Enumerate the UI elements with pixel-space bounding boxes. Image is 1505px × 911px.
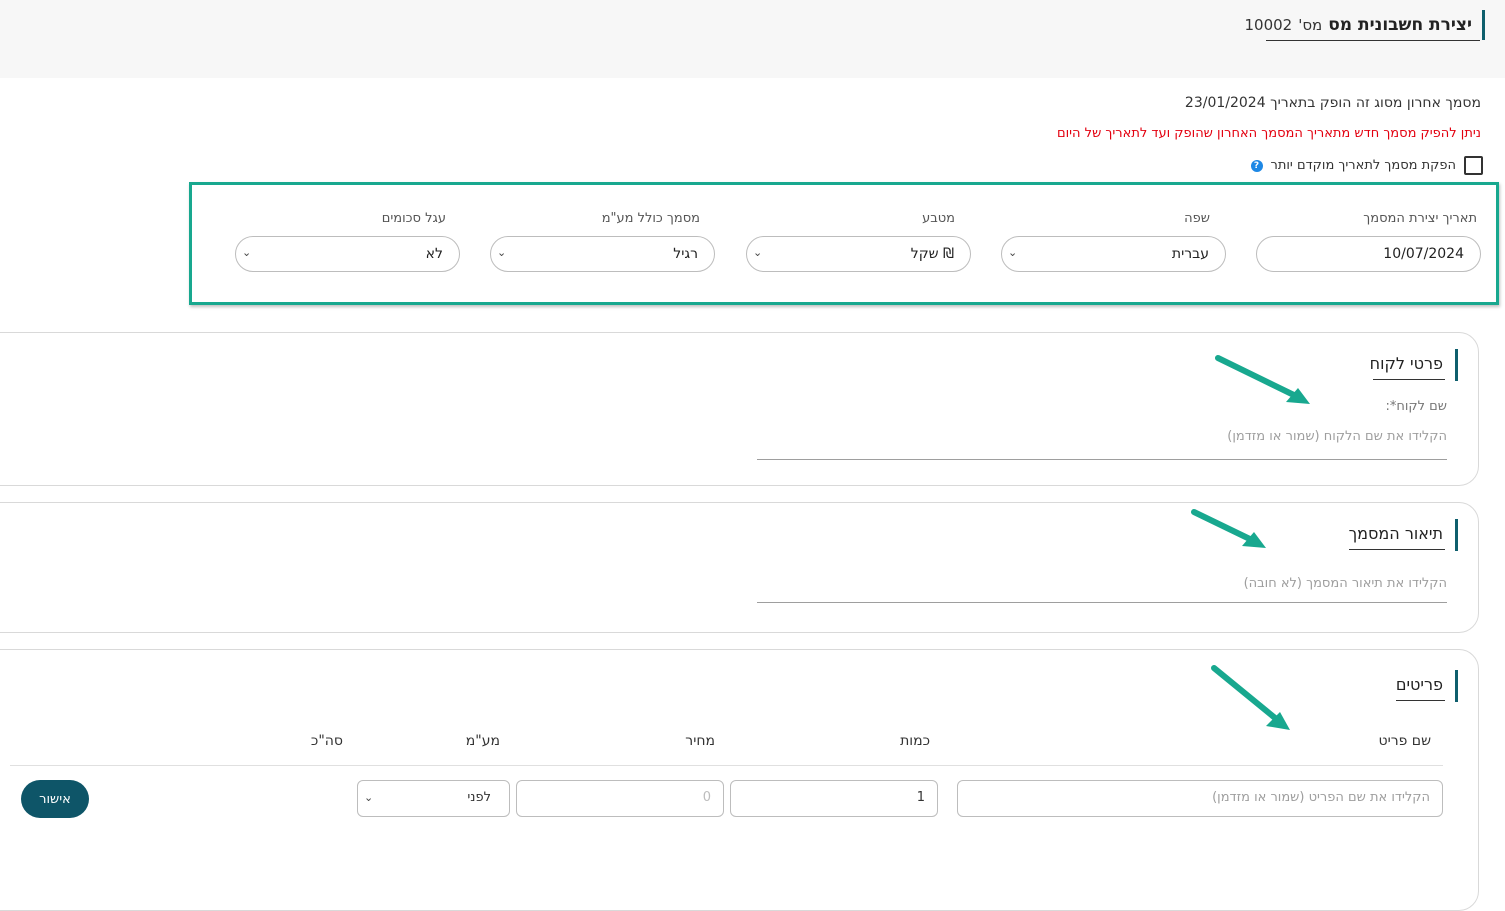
description-section-title: תיאור המסמך [1349, 519, 1458, 551]
currency-value: ₪ שקל [910, 246, 954, 262]
item-name-placeholder: הקלידו את שם הפריט (שמור או מזדמן) [1212, 790, 1430, 805]
col-vat: מע"מ [465, 733, 500, 749]
chevron-down-icon: ⌄ [242, 246, 252, 259]
title-underline [1373, 379, 1445, 380]
arrow-annotation-icon [1215, 355, 1310, 404]
title-underline [1266, 40, 1480, 41]
col-quantity: כמות [900, 733, 930, 749]
item-price-input[interactable]: 0 [516, 780, 724, 817]
arrow-annotation-icon [1191, 509, 1266, 548]
customer-name-input[interactable]: הקלידו את שם הלקוח (שמור או מזדמן) [1227, 429, 1447, 444]
chevron-down-icon: ⌄ [753, 246, 763, 259]
item-quantity-value: 1 [916, 790, 925, 805]
language-value: עברית [1171, 246, 1209, 262]
doc-number-label: מס' [1298, 16, 1323, 34]
col-total: סה"כ [310, 733, 343, 749]
customer-name-underline [757, 459, 1447, 460]
rounding-select[interactable]: לא ⌄ [235, 236, 460, 272]
title-underline [1349, 549, 1445, 550]
currency-select[interactable]: ₪ שקל ⌄ [746, 236, 971, 272]
earlier-date-option[interactable]: הפקת מסמך לתאריך מוקדם יותר ? [1250, 156, 1483, 175]
customer-section-title: פרטי לקוח [1370, 349, 1458, 381]
date-warning: ניתן להפיק מסמך חדש מתאריך המסמך האחרון … [1056, 126, 1481, 141]
items-header-divider [10, 765, 1443, 766]
page-title: יצירת חשבונית מס מס' 10002 [1244, 10, 1485, 40]
date-value: 10/07/2024 [1383, 246, 1464, 262]
chevron-down-icon: ⌄ [497, 246, 507, 259]
language-label: שפה [1184, 211, 1210, 226]
item-name-input[interactable]: הקלידו את שם הפריט (שמור או מזדמן) [957, 780, 1443, 817]
chevron-down-icon: ⌄ [1008, 246, 1018, 259]
rounding-label: עגל סכומים [381, 211, 446, 226]
doc-number: 10002 [1244, 16, 1293, 34]
item-vat-select[interactable]: לפני ⌄ [357, 780, 510, 817]
customer-name-label: שם לקוח*: [1385, 399, 1448, 414]
item-price-placeholder: 0 [702, 790, 711, 805]
description-input[interactable]: הקלידו את תיאור המסמך (לא חובה) [1244, 576, 1447, 591]
language-select[interactable]: עברית ⌄ [1001, 236, 1226, 272]
page-title-text: יצירת חשבונית מס [1328, 15, 1472, 35]
date-input[interactable]: 10/07/2024 [1256, 236, 1481, 272]
chevron-down-icon: ⌄ [364, 791, 374, 804]
item-vat-value: לפני [467, 790, 491, 805]
vat-value: רגיל [673, 246, 698, 262]
approve-button[interactable]: אישור [21, 780, 89, 818]
arrow-annotation-icon [1211, 665, 1290, 730]
items-section-title: פריטים [1396, 670, 1458, 702]
col-price: מחיר [685, 733, 715, 749]
earlier-date-checkbox[interactable] [1464, 156, 1483, 175]
earlier-date-label: הפקת מסמך לתאריך מוקדם יותר [1270, 158, 1457, 173]
vat-select[interactable]: רגיל ⌄ [490, 236, 715, 272]
item-quantity-input[interactable]: 1 [730, 780, 938, 817]
rounding-value: לא [425, 246, 443, 262]
vat-label: מסמך כולל מע"מ [601, 211, 700, 226]
last-document-info: מסמך אחרון מסוג זה הופק בתאריך 23/01/202… [1184, 95, 1481, 111]
title-underline [1396, 700, 1445, 701]
col-item-name: שם פריט [1378, 733, 1431, 749]
description-underline [757, 602, 1447, 603]
help-icon[interactable]: ? [1250, 159, 1263, 172]
date-label: תאריך יצירת המסמך [1363, 211, 1477, 226]
currency-label: מטבע [922, 211, 955, 226]
